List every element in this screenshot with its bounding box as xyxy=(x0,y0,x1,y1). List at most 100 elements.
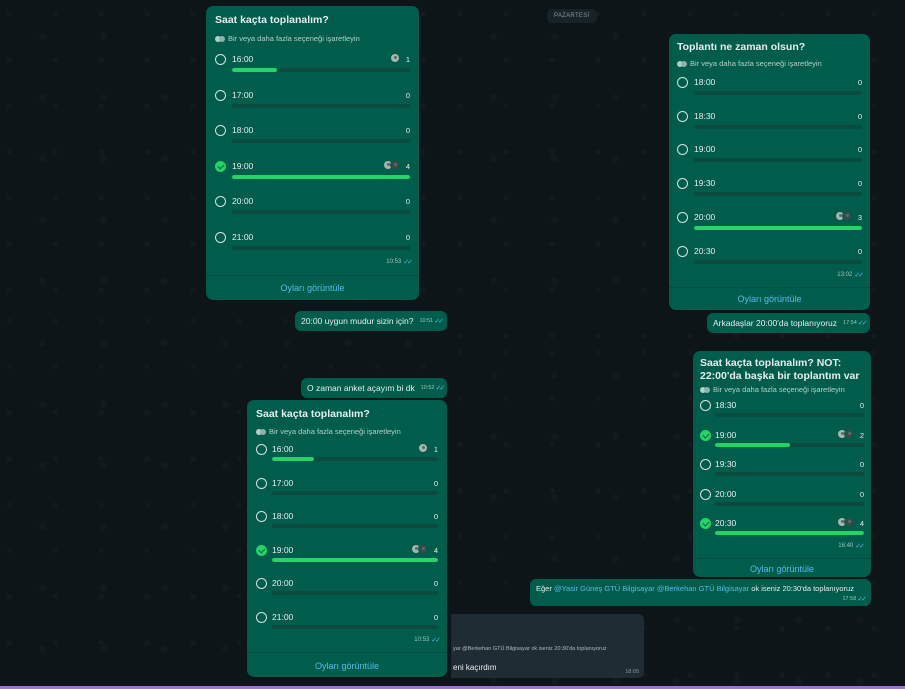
poll-option[interactable]: 20:00 0 xyxy=(700,488,864,519)
message-meta: 17:54 ✓✓ xyxy=(843,319,868,327)
radio-circle-icon[interactable] xyxy=(256,611,267,623)
voter-avatars xyxy=(383,159,400,170)
radio-circle-icon[interactable] xyxy=(215,196,226,207)
poll-title: Saat kaçta toplanalım? xyxy=(215,14,329,26)
option-label: 19:00 xyxy=(694,144,716,155)
radio-circle-icon[interactable] xyxy=(256,444,267,455)
vote-progress-bar xyxy=(272,591,438,595)
checked-circle-icon[interactable] xyxy=(700,429,711,441)
date-pill: PAZARTESİ xyxy=(547,9,597,23)
radio-circle-icon[interactable] xyxy=(677,110,688,122)
poll-option[interactable]: 18:00 0 xyxy=(677,77,862,111)
poll-option[interactable]: 16:00 1 xyxy=(256,443,438,478)
radio-circle-icon[interactable] xyxy=(215,125,226,136)
message-text: Arkadaşlar 20:00'da toplanıyoruz xyxy=(713,318,838,328)
chat-panel-top-right: PAZARTESİ Toplantı ne zaman olsun? Bir ve… xyxy=(451,0,905,338)
radio-circle-icon[interactable] xyxy=(677,245,688,257)
radio-circle-icon[interactable] xyxy=(677,144,688,156)
poll-option[interactable]: 19:00 4 xyxy=(256,543,438,579)
poll-subtitle: Bir veya daha fazla seçeneği işaretleyin xyxy=(215,34,360,43)
view-votes-button[interactable]: Oyları görüntüle xyxy=(206,283,419,293)
vote-count: 0 xyxy=(857,246,862,256)
chat-panel-top-left: Saat kaçta toplanalım? Bir veya daha fazl… xyxy=(0,0,450,306)
radio-circle-icon[interactable] xyxy=(677,77,688,88)
radio-circle-icon[interactable] xyxy=(700,400,711,411)
poll-option[interactable]: 21:00 0 xyxy=(256,611,438,646)
vote-count: 2 xyxy=(859,430,864,440)
poll-option[interactable]: 18:00 0 xyxy=(256,511,438,545)
poll-title: Saat kaçta toplanalım? NOT: 22:00'da baş… xyxy=(700,357,860,382)
poll-option[interactable]: 16:00 1 xyxy=(215,53,410,90)
radio-circle-icon[interactable] xyxy=(215,54,226,65)
poll-subtitle: Bir veya daha fazla seçeneği işaretleyin xyxy=(256,427,401,436)
message-meta: 17:58 ✓✓ xyxy=(843,595,867,603)
vote-count: 0 xyxy=(859,460,864,469)
radio-circle-icon[interactable] xyxy=(700,488,711,500)
poll-meta: 16:40 ✓✓ xyxy=(838,542,865,550)
radio-circle-icon[interactable] xyxy=(256,477,267,489)
vote-progress-bar xyxy=(272,490,438,495)
view-votes-button[interactable]: Oyları görüntüle xyxy=(693,564,871,574)
multi-check-icon xyxy=(256,428,266,435)
poll-card: Toplantı ne zaman olsun? Bir veya daha fa… xyxy=(669,34,870,310)
option-label: 19:30 xyxy=(715,459,737,469)
radio-circle-icon[interactable] xyxy=(215,89,226,101)
message-time: 10:51 xyxy=(419,318,434,324)
radio-circle-icon[interactable] xyxy=(256,511,267,522)
checked-circle-icon[interactable] xyxy=(700,518,711,529)
poll-divider xyxy=(693,558,871,559)
poll-option[interactable]: 17:00 0 xyxy=(215,89,410,126)
poll-option[interactable]: 19:00 4 xyxy=(215,159,410,197)
poll-option[interactable]: 21:00 0 xyxy=(215,231,410,268)
multi-check-icon xyxy=(215,35,225,42)
option-label: 20:30 xyxy=(694,245,716,256)
poll-option[interactable]: 17:00 0 xyxy=(256,477,438,512)
poll-divider xyxy=(669,287,870,288)
poll-card: Saat kaçta toplanalım? NOT: 22:00'da baş… xyxy=(693,351,871,577)
vote-count: 0 xyxy=(433,579,438,588)
poll-title: Toplantı ne zaman olsun? xyxy=(677,41,806,53)
avatar-icon xyxy=(844,428,854,439)
vote-progress-fill xyxy=(715,442,790,447)
poll-option[interactable]: 18:30 0 xyxy=(700,400,864,430)
checked-circle-icon[interactable] xyxy=(256,544,267,556)
option-label: 19:00 xyxy=(232,160,254,171)
option-label: 20:00 xyxy=(715,488,737,499)
message-bubble: O zaman anket açayım bi dk 10:52 ✓✓ xyxy=(301,378,447,398)
vote-progress-bar xyxy=(232,245,410,250)
radio-circle-icon[interactable] xyxy=(256,578,267,589)
poll-option[interactable]: 19:30 0 xyxy=(677,178,862,212)
poll-option[interactable]: 18:30 0 xyxy=(677,110,862,145)
radio-circle-icon[interactable] xyxy=(215,231,226,243)
radio-circle-icon[interactable] xyxy=(677,211,688,223)
poll-meta: 10:53 ✓✓ xyxy=(414,636,441,644)
mention-link[interactable]: @Berkehan GTÜ Bilgisayar xyxy=(657,584,749,593)
read-ticks-icon: ✓✓ xyxy=(403,259,413,266)
vote-progress-bar xyxy=(694,225,862,230)
poll-option[interactable]: 19:30 0 xyxy=(700,459,864,489)
radio-circle-icon[interactable] xyxy=(700,459,711,470)
radio-circle-icon[interactable] xyxy=(677,178,688,190)
message-bubble: Eğer @Yasir Güneş GTÜ Bilgisayar @Berkeh… xyxy=(530,579,871,606)
vote-count: 4 xyxy=(433,545,438,555)
avatar-icon xyxy=(390,53,400,63)
message-prefix: Eğer xyxy=(536,584,554,593)
multi-check-icon xyxy=(677,60,687,67)
poll-option[interactable]: 19:00 2 xyxy=(700,428,864,460)
poll-option[interactable]: 18:00 0 xyxy=(215,125,410,161)
vote-count: 0 xyxy=(405,197,410,206)
poll-option[interactable]: 20:00 3 xyxy=(677,210,862,246)
poll-subtitle: Bir veya daha fazla seçeneği işaretleyin xyxy=(677,59,822,68)
mention-link[interactable]: @Yasir Güneş GTÜ Bilgisayar xyxy=(554,584,655,593)
option-label: 18:00 xyxy=(272,511,294,521)
poll-option[interactable]: 19:00 0 xyxy=(677,144,862,178)
poll-option[interactable]: 20:30 0 xyxy=(677,245,862,280)
checked-circle-icon[interactable] xyxy=(215,160,226,172)
view-votes-button[interactable]: Oyları görüntüle xyxy=(669,294,870,304)
read-ticks-icon: ✓✓ xyxy=(857,320,868,327)
vote-count: 0 xyxy=(859,489,864,499)
poll-option[interactable]: 20:00 0 xyxy=(256,578,438,612)
view-votes-button[interactable]: Oyları görüntüle xyxy=(247,661,447,671)
poll-option[interactable]: 20:00 0 xyxy=(215,196,410,232)
avatar-icon xyxy=(842,210,852,221)
